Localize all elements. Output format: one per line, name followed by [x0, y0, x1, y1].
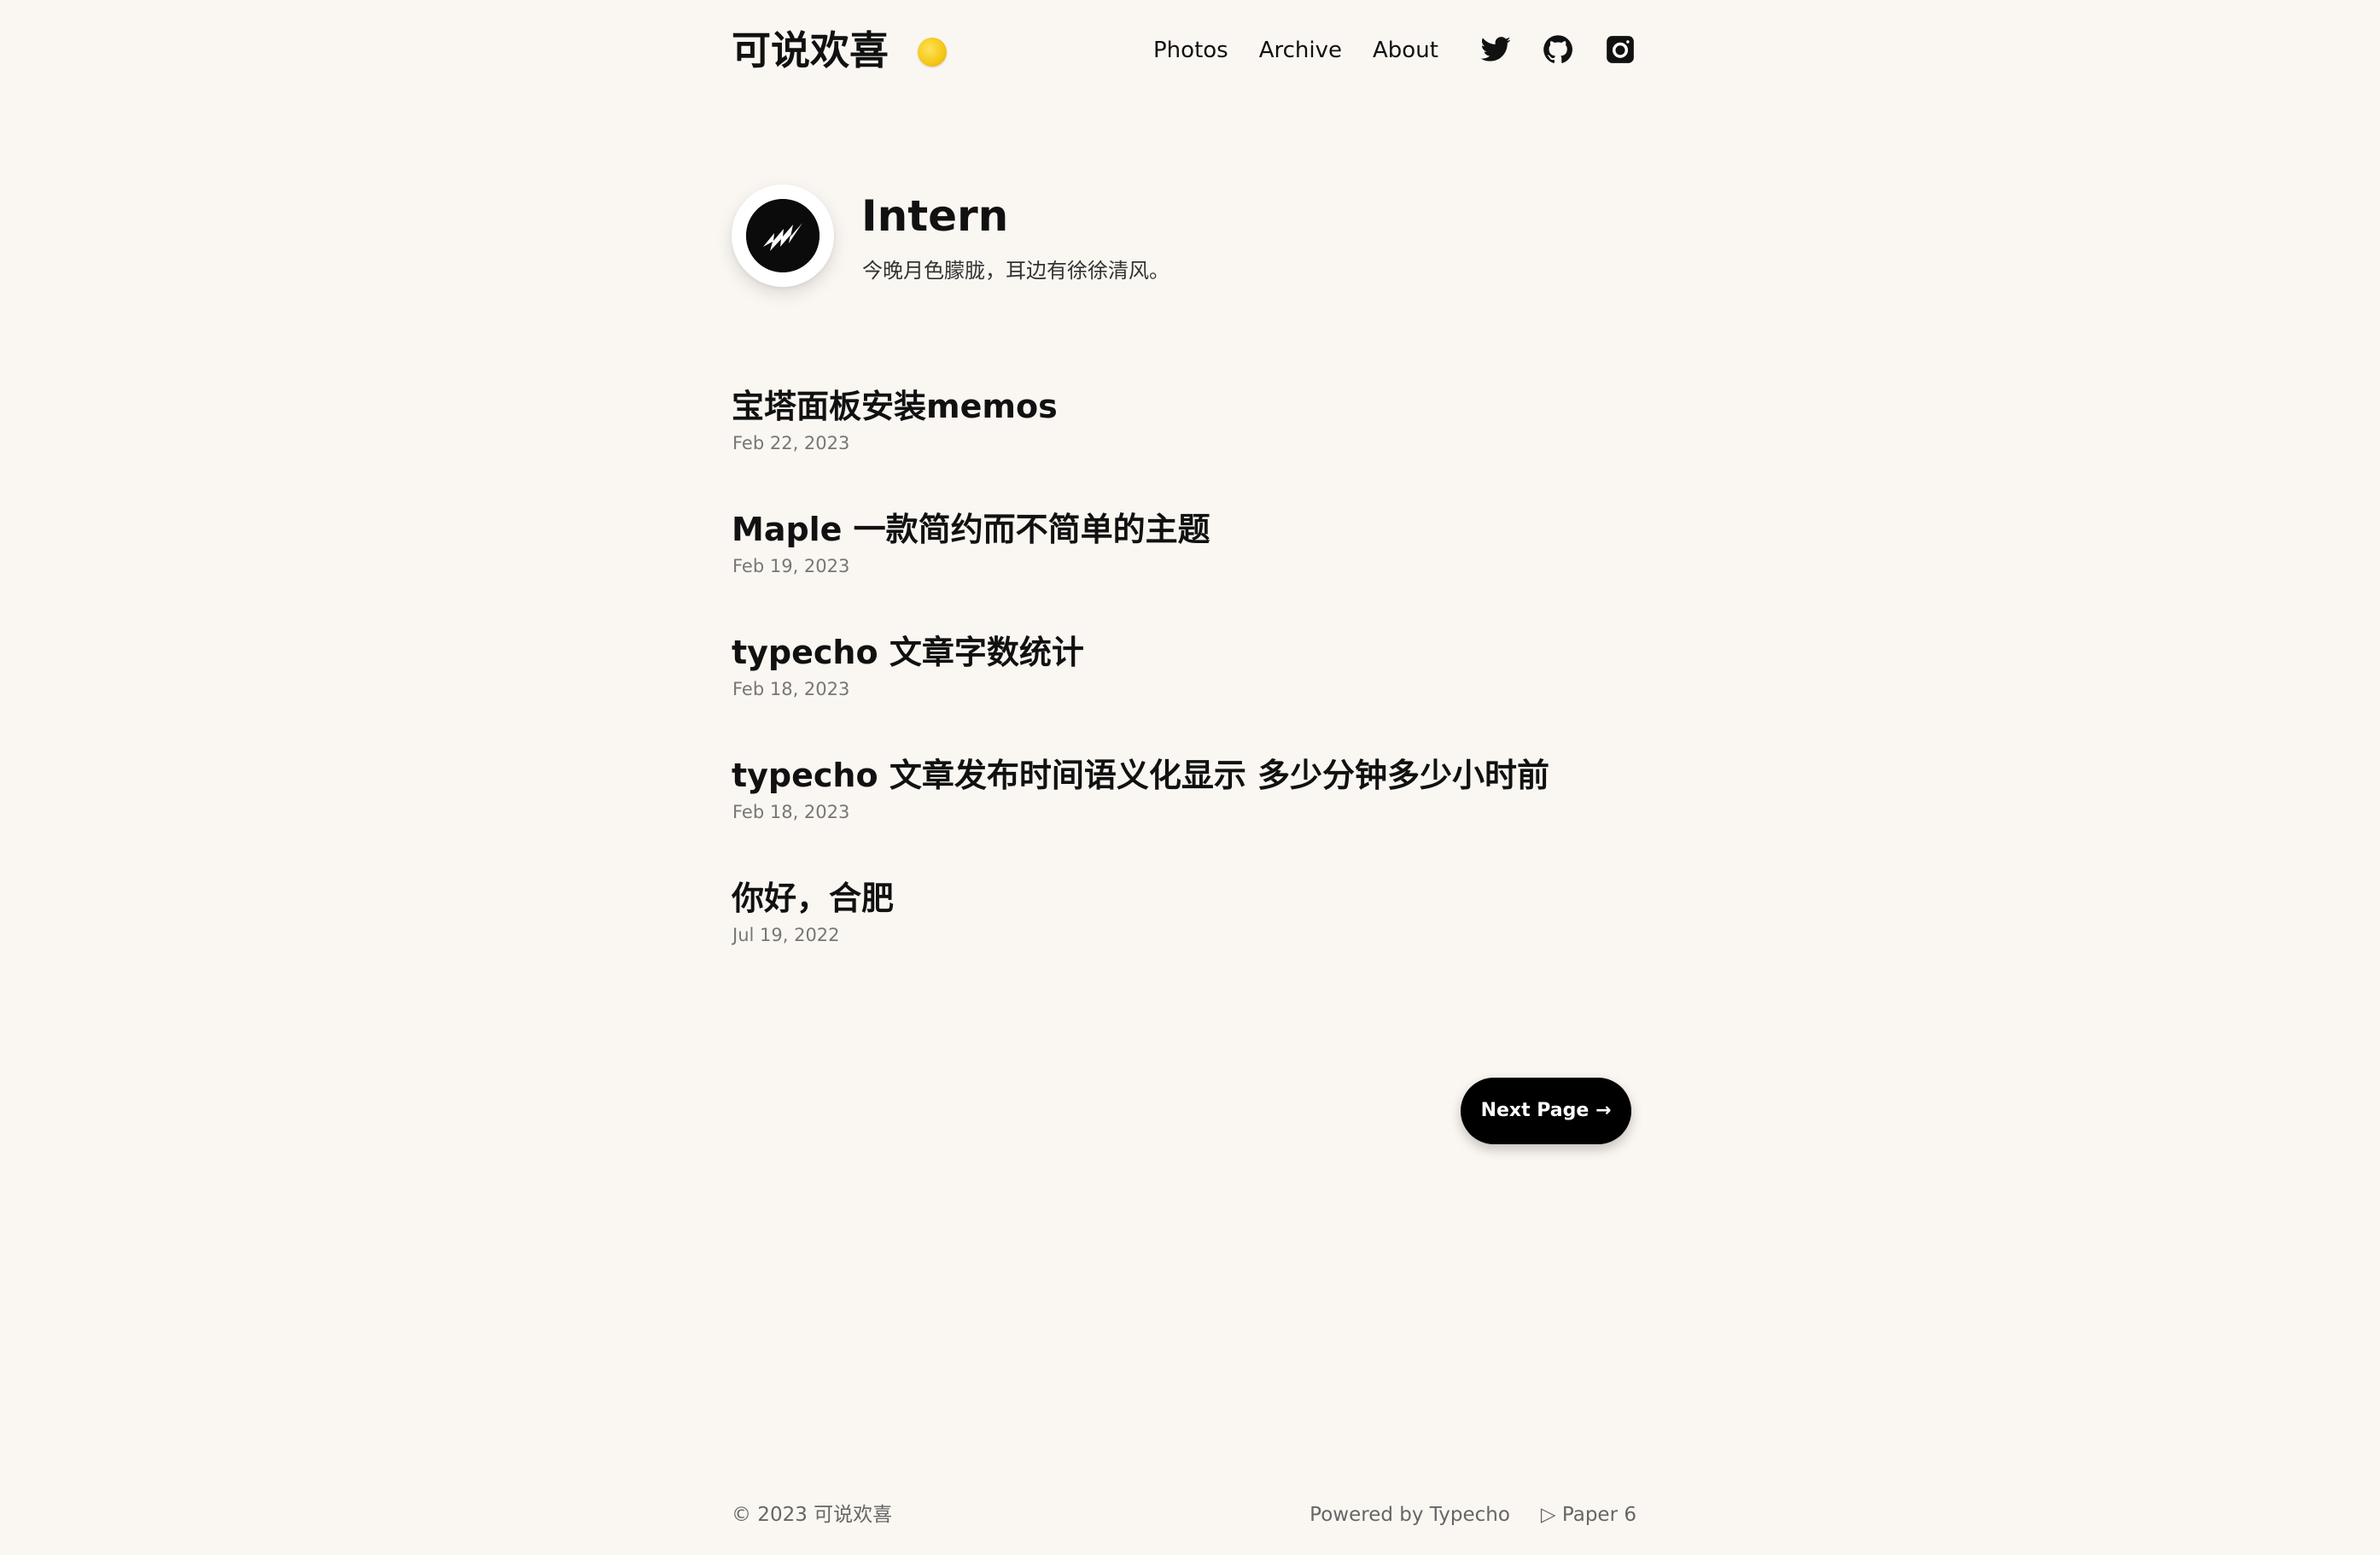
main-nav: Photos Archive About [1153, 26, 1438, 75]
post-date: Jul 19, 2022 [732, 925, 840, 945]
nav-item-photos[interactable]: Photos [1153, 26, 1228, 75]
twitter-icon[interactable] [1479, 33, 1512, 66]
site-title[interactable]: 可说欢喜 [732, 26, 889, 75]
post-list: 宝塔面板安装memos Feb 22, 2023 Maple 一款简约而不简单的… [732, 384, 1636, 999]
github-icon[interactable] [1542, 33, 1574, 66]
social-links [1479, 33, 1636, 66]
post-title-link[interactable]: typecho 文章发布时间语义化显示 多少分钟多少小时前 [732, 753, 1636, 798]
nav-item-archive[interactable]: Archive [1259, 26, 1342, 75]
list-item: typecho 文章发布时间语义化显示 多少分钟多少小时前 Feb 18, 20… [732, 753, 1636, 876]
post-date: Feb 18, 2023 [732, 679, 850, 699]
list-item: 宝塔面板安装memos Feb 22, 2023 [732, 384, 1636, 507]
instagram-icon[interactable] [1604, 33, 1636, 66]
list-item: typecho 文章字数统计 Feb 18, 2023 [732, 630, 1636, 753]
post-date: Feb 19, 2023 [732, 556, 850, 576]
avatar [732, 184, 834, 287]
post-date: Feb 18, 2023 [732, 802, 850, 822]
powered-by-link[interactable]: Powered by Typecho [1310, 1499, 1510, 1530]
post-title-link[interactable]: Maple 一款简约而不简单的主题 [732, 507, 1636, 552]
footer-links: Powered by Typecho ▷ Paper 6 [1310, 1499, 1636, 1530]
post-date: Feb 22, 2023 [732, 433, 850, 453]
site-header: 可说欢喜 Photos Archive About [732, 26, 1636, 75]
page-container: 可说欢喜 Photos Archive About Intern 今晚月色朦胧，… [732, 0, 1636, 1555]
nav-item-about[interactable]: About [1373, 26, 1438, 75]
theme-toggle-button[interactable] [918, 38, 947, 67]
next-page-button[interactable]: Next Page → [1461, 1078, 1631, 1144]
post-title-link[interactable]: 宝塔面板安装memos [732, 384, 1636, 429]
profile-card: Intern 今晚月色朦胧，耳边有徐徐清风。 [732, 183, 1636, 294]
post-title-link[interactable]: typecho 文章字数统计 [732, 630, 1636, 675]
lightning-logo-icon [746, 199, 820, 272]
list-item: 你好，合肥 Jul 19, 2022 [732, 876, 1636, 999]
footer-copyright: © 2023 可说欢喜 [732, 1504, 893, 1526]
theme-link[interactable]: ▷ Paper 6 [1541, 1499, 1636, 1530]
site-footer: © 2023 可说欢喜 Powered by Typecho ▷ Paper 6 [732, 1499, 1636, 1530]
list-item: Maple 一款简约而不简单的主题 Feb 19, 2023 [732, 507, 1636, 630]
profile-bio: 今晚月色朦胧，耳边有徐徐清风。 [862, 259, 1170, 283]
profile-name: Intern [861, 191, 1009, 241]
post-title-link[interactable]: 你好，合肥 [732, 876, 1636, 921]
